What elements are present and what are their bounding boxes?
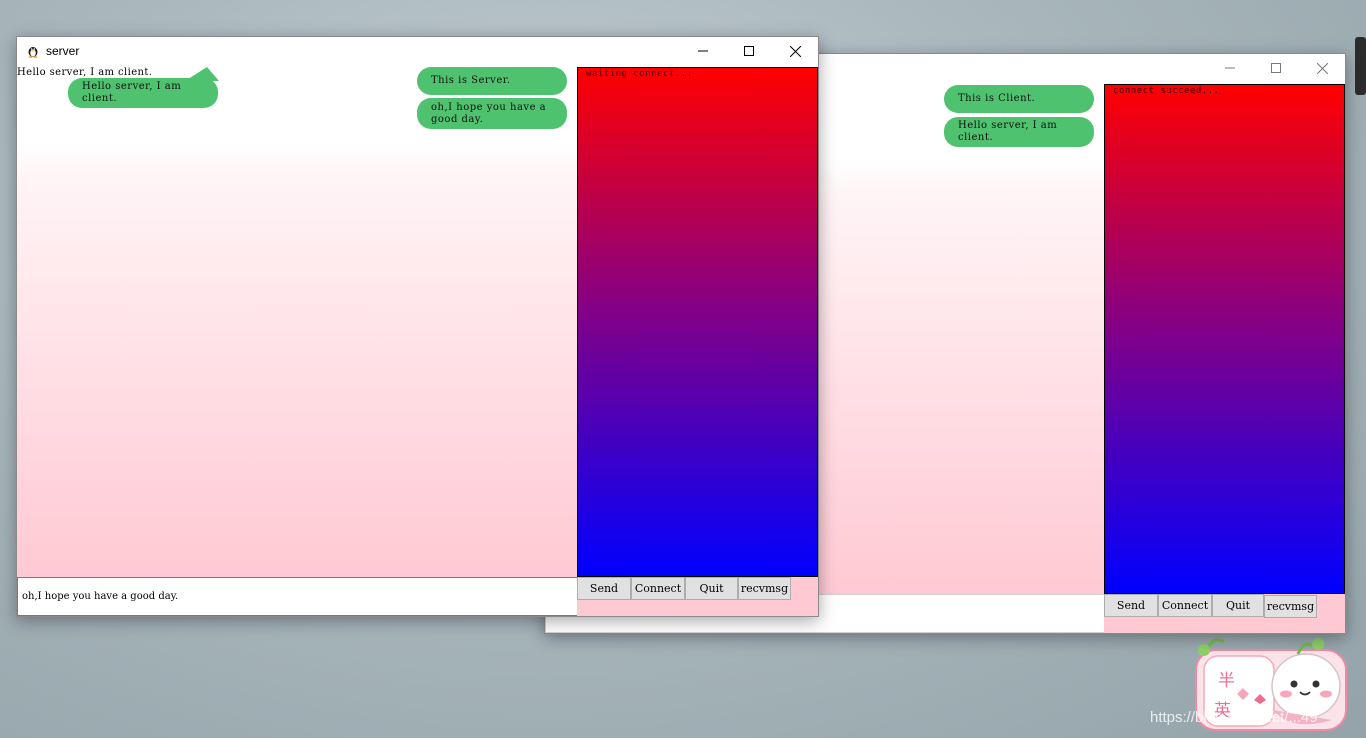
client-status-text: connect succeed... bbox=[1113, 86, 1220, 96]
client-sent-bubble: Hello server, I am client. bbox=[944, 117, 1094, 147]
maximize-icon bbox=[744, 46, 754, 56]
client-minimize-button[interactable] bbox=[1207, 54, 1253, 82]
server-recvmsg-button[interactable]: recvmsg bbox=[738, 577, 791, 600]
server-sent-bubble: oh,I hope you have a good day. bbox=[417, 98, 567, 129]
client-button-bar: Send Connect Quit recvmsg bbox=[1104, 594, 1345, 633]
server-maximize-button[interactable] bbox=[726, 37, 772, 65]
client-close-button[interactable] bbox=[1299, 54, 1345, 82]
sticker-char-1: 半 bbox=[1218, 671, 1235, 691]
window-title: server bbox=[46, 44, 80, 58]
received-message-text: Hello server, I am client. bbox=[17, 67, 153, 78]
penguin-icon bbox=[28, 47, 38, 58]
server-titlebar: server bbox=[17, 37, 818, 65]
server-sent-bubble: This is Server. bbox=[417, 67, 567, 95]
received-bubble: Hello server, I am client. bbox=[68, 78, 218, 108]
server-close-button[interactable] bbox=[772, 37, 818, 65]
client-send-button[interactable]: Send bbox=[1104, 594, 1158, 617]
close-icon bbox=[1316, 62, 1328, 74]
minimize-icon bbox=[1225, 67, 1235, 69]
desktop-edge-widget bbox=[1355, 37, 1366, 95]
server-connect-button[interactable]: Connect bbox=[631, 577, 685, 600]
client-status-panel: connect succeed... bbox=[1104, 84, 1345, 594]
client-recvmsg-button[interactable]: recvmsg bbox=[1264, 595, 1317, 618]
server-window: server Hello server, I am client. Hello … bbox=[16, 36, 819, 617]
server-status-panel: waiting connect... bbox=[577, 67, 818, 577]
server-chat-area bbox=[17, 143, 577, 577]
client-connect-button[interactable]: Connect bbox=[1158, 594, 1212, 617]
minimize-icon bbox=[698, 50, 708, 52]
server-status-text: waiting connect... bbox=[586, 69, 693, 79]
close-icon bbox=[789, 45, 801, 57]
maximize-icon bbox=[1271, 63, 1281, 73]
client-maximize-button[interactable] bbox=[1253, 54, 1299, 82]
server-minimize-button[interactable] bbox=[680, 37, 726, 65]
server-send-button[interactable]: Send bbox=[577, 577, 631, 600]
server-quit-button[interactable]: Quit bbox=[685, 577, 738, 600]
client-quit-button[interactable]: Quit bbox=[1212, 594, 1264, 617]
client-sent-bubble: This is Client. bbox=[944, 85, 1094, 113]
server-message-input[interactable]: oh,I hope you have a good day. bbox=[17, 577, 578, 616]
server-button-bar: Send Connect Quit recvmsg bbox=[577, 577, 818, 616]
watermark-url: https://blog.csdn.net/...49 bbox=[1150, 709, 1318, 726]
